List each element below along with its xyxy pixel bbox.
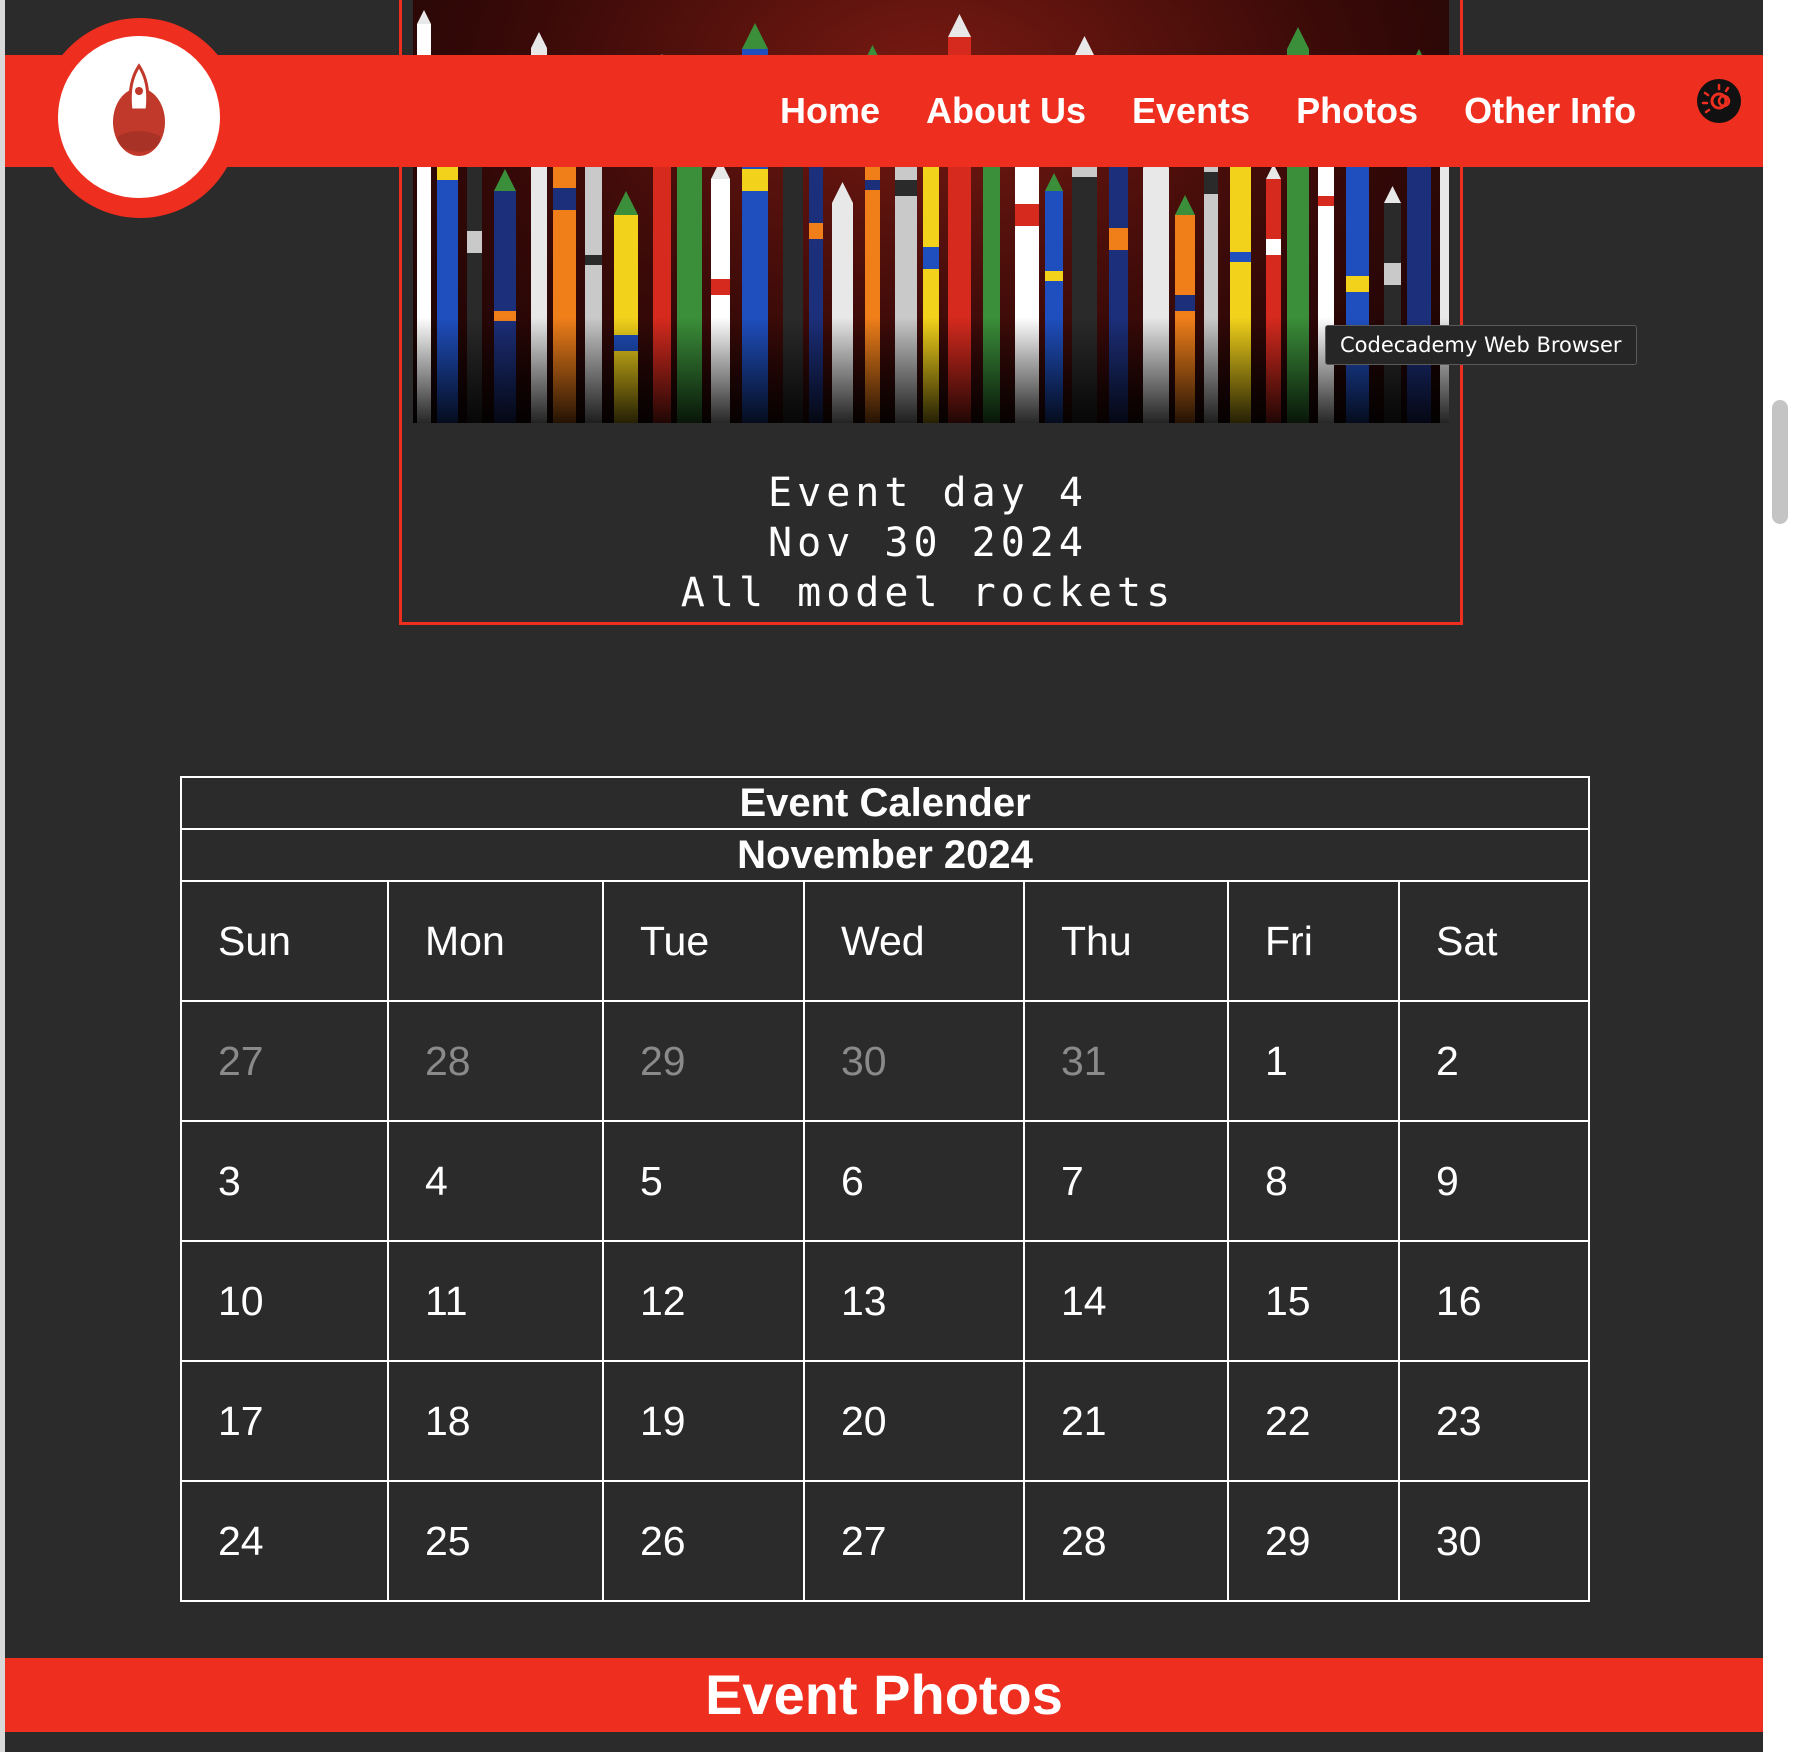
day-cell: 30 [803, 1000, 1025, 1122]
day-cell: 21 [1023, 1360, 1229, 1482]
day-cell: 30 [1397, 1480, 1591, 1602]
calendar-month: November 2024 [179, 828, 1591, 882]
browser-tooltip: Codecademy Web Browser [1325, 325, 1637, 365]
day-cell: 29 [602, 1000, 805, 1122]
nav-link-about-us[interactable]: About Us [926, 88, 1086, 134]
nav-link-home[interactable]: Home [780, 88, 880, 134]
day-cell: 15 [1227, 1240, 1400, 1362]
day-cell: 13 [803, 1240, 1025, 1362]
day-cell: 17 [180, 1360, 389, 1482]
weekday-mon: Mon [387, 880, 604, 1002]
event-photos-heading: Event Photos [5, 1658, 1763, 1732]
weekday-tue: Tue [602, 880, 805, 1002]
day-cell: 23 [1397, 1360, 1591, 1482]
day-cell: 14 [1023, 1240, 1229, 1362]
weekday-fri: Fri [1227, 880, 1400, 1002]
event-category-text: All model rockets [680, 570, 1176, 616]
day-cell: 6 [803, 1120, 1025, 1242]
calendar-title: Event Calender [179, 776, 1591, 830]
day-cell: 1 [1227, 1000, 1400, 1122]
event-details: Event day 4 Nov 30 2024 All model rocket… [402, 468, 1454, 618]
weekday-sun: Sun [180, 880, 389, 1002]
day-cell: 19 [602, 1360, 805, 1482]
day-cell: 27 [180, 1000, 389, 1122]
day-cell: 2 [1397, 1000, 1591, 1122]
day-cell: 28 [1023, 1480, 1229, 1602]
day-cell: 16 [1397, 1240, 1591, 1362]
day-cell: 20 [803, 1360, 1025, 1482]
scrollbar-thumb[interactable] [1772, 400, 1788, 524]
calendar-week-3: 10 11 12 13 14 15 16 [180, 1240, 1591, 1362]
event-day-text: Event day 4 [768, 470, 1088, 516]
nav-menu: Home About Us Events Photos Other Info [780, 88, 1636, 134]
calendar-week-5: 24 25 26 27 28 29 30 [180, 1480, 1591, 1602]
day-cell: 7 [1023, 1120, 1229, 1242]
nav-link-events[interactable]: Events [1132, 88, 1250, 134]
calendar-week-2: 3 4 5 6 7 8 9 [180, 1120, 1591, 1242]
day-cell: 3 [180, 1120, 389, 1242]
day-cell: 22 [1227, 1360, 1400, 1482]
day-cell: 18 [387, 1360, 604, 1482]
rocket-logo-icon[interactable] [58, 36, 220, 198]
scrollbar-track[interactable] [1763, 0, 1798, 1752]
day-cell: 25 [387, 1480, 604, 1602]
weekday-wed: Wed [803, 880, 1025, 1002]
day-cell: 9 [1397, 1120, 1591, 1242]
event-calendar: Event Calender November 2024 Sun Mon Tue… [179, 776, 1591, 1602]
nav-link-other-info[interactable]: Other Info [1464, 88, 1636, 134]
day-cell: 11 [387, 1240, 604, 1362]
day-cell: 28 [387, 1000, 604, 1122]
day-cell: 24 [180, 1480, 389, 1602]
day-cell: 5 [602, 1120, 805, 1242]
theme-toggle-icon[interactable] [1697, 79, 1741, 123]
day-cell: 29 [1227, 1480, 1400, 1602]
weekday-thu: Thu [1023, 880, 1229, 1002]
day-cell: 27 [803, 1480, 1025, 1602]
day-cell: 26 [602, 1480, 805, 1602]
nav-link-photos[interactable]: Photos [1296, 88, 1418, 134]
calendar-weekday-row: Sun Mon Tue Wed Thu Fri Sat [180, 880, 1591, 1002]
event-date-text: Nov 30 2024 [768, 520, 1088, 566]
day-cell: 31 [1023, 1000, 1229, 1122]
day-cell: 12 [602, 1240, 805, 1362]
day-cell: 10 [180, 1240, 389, 1362]
day-cell: 8 [1227, 1120, 1400, 1242]
weekday-sat: Sat [1397, 880, 1591, 1002]
calendar-week-1: 27 28 29 30 31 1 2 [180, 1000, 1591, 1122]
day-cell: 4 [387, 1120, 604, 1242]
window-left-edge [0, 0, 5, 1752]
calendar-week-4: 17 18 19 20 21 22 23 [180, 1360, 1591, 1482]
